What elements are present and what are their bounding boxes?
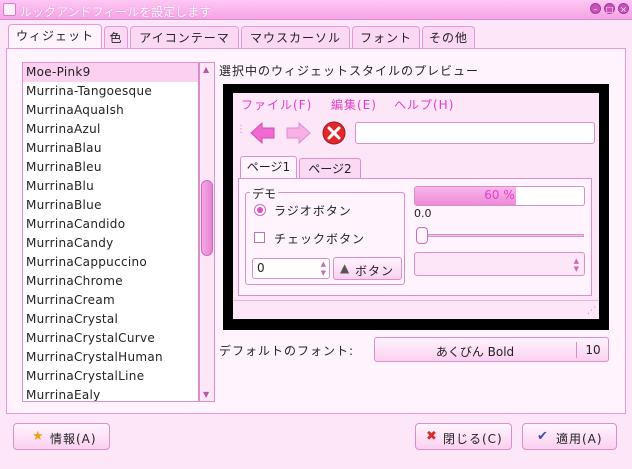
slider-handle[interactable] — [416, 227, 428, 244]
check-button[interactable] — [254, 232, 265, 243]
info-button[interactable]: ★ 情報(A) — [13, 423, 110, 450]
back-arrow-icon[interactable] — [250, 122, 275, 144]
scroll-down-icon[interactable]: ▼ — [203, 390, 209, 399]
list-item[interactable]: Moe-Pink9 — [23, 63, 198, 82]
preview-text-entry[interactable] — [355, 122, 595, 144]
spin-value: 0 — [257, 261, 265, 275]
list-item[interactable]: MurrinaCrystalCurve — [23, 329, 198, 348]
info-button-label: 情報(A) — [50, 432, 97, 446]
preview-button[interactable]: ▲ ボタン — [333, 257, 402, 280]
status-bar: ⋰ — [233, 300, 599, 319]
list-item[interactable]: MurrinaCream — [23, 291, 198, 310]
tab-font[interactable]: フォント — [352, 26, 420, 48]
radio-button-label: ラジオボタン — [274, 204, 352, 218]
toolbar-grip-icon[interactable]: ⋮ — [236, 124, 246, 135]
list-item[interactable]: MurrinaBlu — [23, 177, 198, 196]
tab-mouse-cursor[interactable]: マウスカーソル — [241, 26, 350, 48]
spin-arrows-icon[interactable]: ▲ ▼ — [321, 260, 326, 278]
demo-label: デモ — [250, 185, 279, 202]
progress-bar: 60 % — [414, 186, 585, 206]
close-button[interactable]: ✖ 閉じる(C) — [415, 423, 512, 450]
combo-arrows-icon[interactable]: ▲ ▼ — [574, 257, 579, 273]
menu-file[interactable]: ファイル(F) — [241, 96, 312, 113]
list-scrollbar[interactable]: ▲ ▼ — [199, 62, 215, 402]
stop-icon[interactable] — [322, 121, 346, 145]
forward-arrow-icon[interactable] — [286, 122, 311, 144]
apply-button[interactable]: ✔ 適用(A) — [522, 423, 617, 450]
list-item[interactable]: MurrinaBleu — [23, 158, 198, 177]
window-title: ルックアンドフィールを設定します — [20, 5, 212, 19]
font-picker-button[interactable]: あくびん Bold 10 — [374, 337, 609, 362]
tab-icon-theme[interactable]: アイコンテーマ — [130, 26, 239, 48]
title-bar[interactable]: ルックアンドフィールを設定します – □ × — [0, 0, 632, 20]
tab-page-2[interactable]: ページ2 — [299, 158, 361, 178]
menu-help[interactable]: ヘルプ(H) — [394, 96, 454, 113]
list-item[interactable]: MurrinaCrystal — [23, 310, 198, 329]
list-item[interactable]: MurrinaEaly — [23, 386, 198, 401]
check-icon: ✔ — [537, 429, 548, 444]
scroll-thumb[interactable] — [201, 180, 213, 256]
list-item[interactable]: MurrinaAzul — [23, 120, 198, 139]
menu-edit[interactable]: 編集(E) — [331, 96, 377, 113]
list-item[interactable]: MurrinaCrystalHuman — [23, 348, 198, 367]
scroll-up-icon[interactable]: ▲ — [203, 65, 209, 74]
list-item[interactable]: MurrinaCappuccino — [23, 253, 198, 272]
list-item[interactable]: MurrinaCrystalLine — [23, 367, 198, 386]
close-icon[interactable]: × — [618, 3, 629, 14]
font-separator — [576, 342, 577, 358]
list-item[interactable]: MurrinaAquaIsh — [23, 101, 198, 120]
star-icon: ★ — [32, 429, 44, 444]
list-item[interactable]: MurrinaChrome — [23, 272, 198, 291]
widget-theme-list[interactable]: Moe-Pink9 Murrina-Tangoesque MurrinaAqua… — [22, 62, 199, 402]
list-item[interactable]: MurrinaCandido — [23, 215, 198, 234]
preview-button-label: ボタン — [355, 264, 395, 278]
tab-other[interactable]: その他 — [422, 26, 475, 48]
minimize-icon[interactable]: – — [590, 3, 601, 14]
spin-button[interactable]: 0 ▲ ▼ — [252, 258, 330, 279]
tab-widget[interactable]: ウィジェット — [8, 24, 102, 50]
window-icon — [3, 3, 16, 16]
resize-grip-icon[interactable]: ⋰ — [587, 306, 596, 316]
apply-button-label: 適用(A) — [556, 432, 603, 446]
progress-text: 60 % — [484, 188, 515, 202]
radio-button[interactable] — [254, 204, 266, 216]
tab-page-1[interactable]: ページ1 — [240, 156, 297, 180]
scale-value: 0.0 — [414, 207, 432, 220]
font-name: あくびん Bold — [435, 345, 515, 359]
close-x-icon: ✖ — [426, 429, 437, 444]
check-button-label: チェックボタン — [274, 232, 366, 246]
combo-box[interactable]: ▲ ▼ — [414, 252, 585, 276]
list-item[interactable]: MurrinaBlau — [23, 139, 198, 158]
list-item[interactable]: MurrinaBlue — [23, 196, 198, 215]
preview-label: 選択中のウィジェットスタイルのプレビュー — [219, 64, 480, 78]
hat-icon: ▲ — [340, 261, 350, 275]
slider-track[interactable] — [420, 234, 584, 237]
list-item[interactable]: MurrinaCandy — [23, 234, 198, 253]
font-size: 10 — [585, 343, 601, 357]
tab-color[interactable]: 色 — [104, 26, 128, 48]
default-font-label: デフォルトのフォント: — [219, 344, 355, 358]
close-button-label: 閉じる(C) — [443, 432, 503, 446]
maximize-icon[interactable]: □ — [604, 3, 615, 14]
list-item[interactable]: Murrina-Tangoesque — [23, 82, 198, 101]
